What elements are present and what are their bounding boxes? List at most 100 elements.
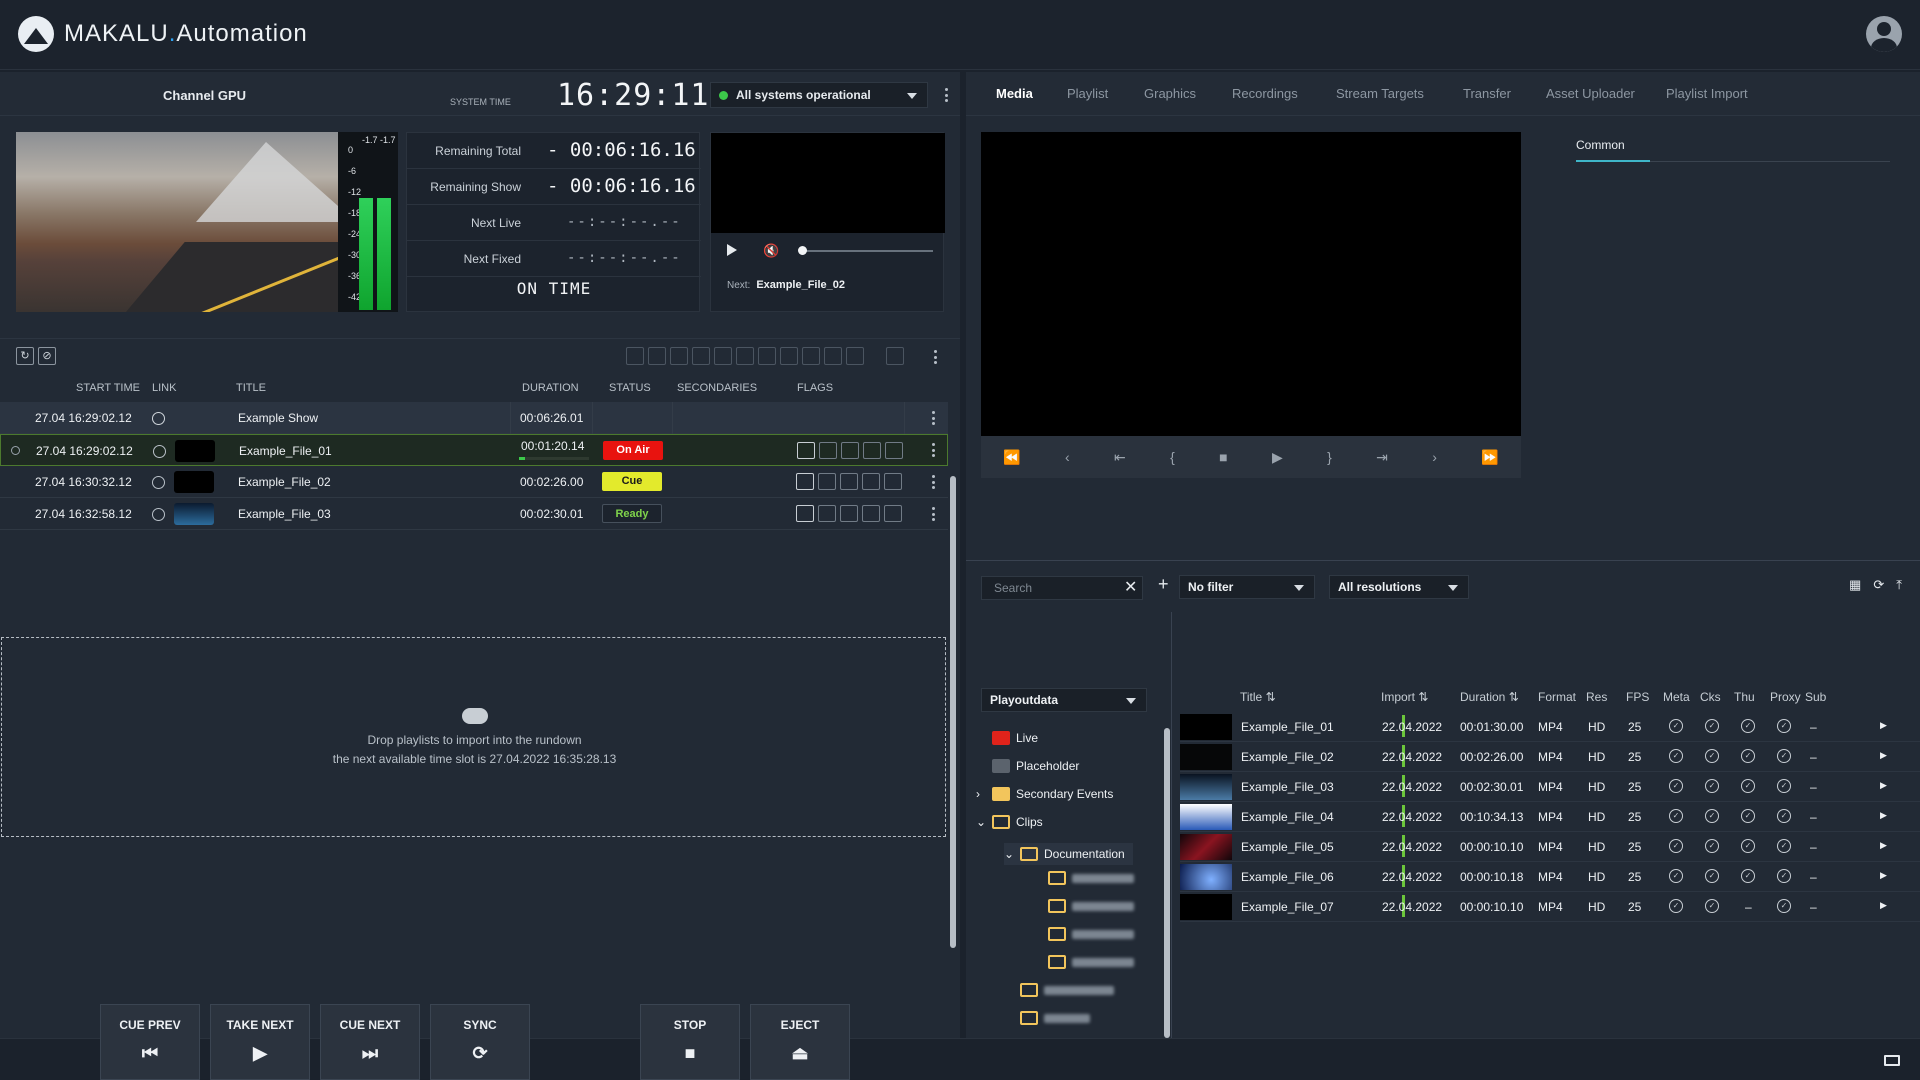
tree-item-subfolder[interactable] xyxy=(1048,899,1134,913)
col-thu[interactable]: Thu xyxy=(1734,690,1755,704)
source-select[interactable]: Playoutdata xyxy=(981,688,1147,712)
clock-off-icon[interactable]: ⊘ xyxy=(38,347,56,365)
user-avatar-icon[interactable] xyxy=(1866,16,1902,52)
tree-item-placeholder[interactable]: Placeholder xyxy=(992,759,1079,773)
row-menu-icon[interactable] xyxy=(926,441,940,459)
screen-icon[interactable] xyxy=(1884,1055,1900,1066)
flag-icon[interactable] xyxy=(884,505,902,522)
tree-item-live[interactable]: Live xyxy=(992,731,1038,745)
add-icon[interactable]: + xyxy=(1158,574,1169,595)
toolbar-tool-1-icon[interactable] xyxy=(626,347,644,365)
preview-seek-bar[interactable] xyxy=(799,250,933,252)
sync-button[interactable]: SYNC ⟳ xyxy=(430,1004,530,1080)
play-icon[interactable]: ▶ xyxy=(1880,900,1887,911)
cue-next-button[interactable]: CUE NEXT ⏭ xyxy=(320,1004,420,1080)
tree-item-subfolder[interactable] xyxy=(1048,927,1134,941)
tree-item-documentation[interactable]: ⌄ Documentation xyxy=(1004,843,1133,865)
system-status-dropdown[interactable]: All systems operational xyxy=(710,82,928,108)
table-row[interactable]: 27.04 16:29:02.12 Example Show 00:06:26.… xyxy=(0,402,948,434)
flag-icon[interactable] xyxy=(841,442,859,459)
step-back-icon[interactable]: ‹ xyxy=(1065,449,1070,465)
toolbar-tool-5-icon[interactable] xyxy=(824,347,842,365)
eject-button[interactable]: EJECT ⏏ xyxy=(750,1004,850,1080)
mark-in-icon[interactable]: { xyxy=(1170,449,1175,465)
col-proxy[interactable]: Proxy xyxy=(1770,690,1801,704)
move-down-icon[interactable] xyxy=(714,347,732,365)
stop-button[interactable]: STOP ■ xyxy=(640,1004,740,1080)
play-icon[interactable]: ▶ xyxy=(1880,840,1887,851)
mark-out-icon[interactable]: } xyxy=(1327,449,1332,465)
refresh-icon[interactable]: ⟳ xyxy=(1873,577,1884,593)
flag-icon[interactable] xyxy=(884,473,902,490)
col-fps[interactable]: FPS xyxy=(1626,690,1649,704)
col-title[interactable]: TITLE xyxy=(236,382,266,394)
table-row[interactable]: 27.04 16:32:58.12 Example_File_03 00:02:… xyxy=(0,498,948,530)
play-icon[interactable]: ▶ xyxy=(1880,870,1887,881)
go-to-out-icon[interactable]: ⇥ xyxy=(1376,449,1388,466)
row-menu-icon[interactable] xyxy=(926,409,940,427)
row-menu-icon[interactable] xyxy=(926,505,940,523)
tab-asset-uploader[interactable]: Asset Uploader xyxy=(1546,86,1635,101)
col-start-time[interactable]: START TIME xyxy=(76,382,140,394)
play-icon[interactable] xyxy=(727,244,737,256)
flag-icon[interactable] xyxy=(840,505,858,522)
table-row[interactable]: Example_File_06 22.04.2022 00:00:10.18 MP4 H… xyxy=(1180,862,1920,892)
cue-prev-button[interactable]: CUE PREV ⏮ xyxy=(100,1004,200,1080)
flag-icon[interactable] xyxy=(840,473,858,490)
tree-item-secondary-events[interactable]: › Secondary Events xyxy=(976,787,1113,801)
rundown-scrollbar[interactable] xyxy=(950,476,956,948)
flag-icon[interactable] xyxy=(796,505,814,522)
refresh-icon[interactable]: ↻ xyxy=(16,347,34,365)
tree-scrollbar[interactable] xyxy=(1164,728,1170,1038)
tree-item-clips[interactable]: ⌄ Clips xyxy=(976,815,1043,829)
row-menu-icon[interactable] xyxy=(926,473,940,491)
tab-stream-targets[interactable]: Stream Targets xyxy=(1336,86,1424,101)
stop-icon[interactable]: ■ xyxy=(1219,449,1227,465)
filter-select[interactable]: No filter xyxy=(1179,575,1315,599)
col-duration[interactable]: DURATION xyxy=(522,382,579,394)
take-next-button[interactable]: TAKE NEXT ▶ xyxy=(210,1004,310,1080)
table-row[interactable]: Example_File_01 22.04.2022 00:01:30.00 MP4 H… xyxy=(1180,712,1920,742)
flag-icon[interactable] xyxy=(819,442,837,459)
tree-item-subfolder[interactable] xyxy=(1048,871,1134,885)
fast-forward-icon[interactable]: ⏩ xyxy=(1481,449,1498,466)
flag-icon[interactable] xyxy=(862,473,880,490)
fast-rewind-icon[interactable]: ⏪ xyxy=(1003,449,1020,466)
table-row[interactable]: Example_File_02 22.04.2022 00:02:26.00 MP4 H… xyxy=(1180,742,1920,772)
table-row[interactable]: Example_File_05 22.04.2022 00:00:10.10 MP4 H… xyxy=(1180,832,1920,862)
col-flags[interactable]: FLAGS xyxy=(797,382,833,394)
col-import[interactable]: Import ⇅ xyxy=(1381,690,1428,704)
rundown-menu-icon[interactable] xyxy=(928,348,942,366)
channel-menu-icon[interactable] xyxy=(939,86,953,104)
col-res[interactable]: Res xyxy=(1586,690,1607,704)
table-row[interactable]: Example_File_04 22.04.2022 00:10:34.13 MP4 H… xyxy=(1180,802,1920,832)
table-row[interactable]: Example_File_07 22.04.2022 00:00:10.10 MP4 H… xyxy=(1180,892,1920,922)
move-bottom-icon[interactable] xyxy=(736,347,754,365)
play-icon[interactable]: ▶ xyxy=(1880,750,1887,761)
media-search-input[interactable] xyxy=(981,576,1143,600)
grid-view-icon[interactable]: ▦ xyxy=(1849,577,1861,593)
col-cks[interactable]: Cks xyxy=(1700,690,1721,704)
toolbar-tool-3-icon[interactable] xyxy=(780,347,798,365)
upload-icon[interactable]: ⤒ xyxy=(1896,577,1902,593)
playlist-drop-zone[interactable]: Drop playlists to import into the rundow… xyxy=(1,637,946,837)
lock-icon[interactable] xyxy=(758,347,776,365)
col-duration[interactable]: Duration ⇅ xyxy=(1460,690,1519,704)
play-icon[interactable]: ▶ xyxy=(1880,810,1887,821)
tree-item-subfolder[interactable] xyxy=(1048,955,1134,969)
col-secondaries[interactable]: SECONDARIES xyxy=(677,382,757,394)
toolbar-tool-2-icon[interactable] xyxy=(648,347,666,365)
col-title[interactable]: Title ⇅ xyxy=(1240,690,1276,704)
delete-icon[interactable] xyxy=(886,347,904,365)
play-icon[interactable]: ▶ xyxy=(1880,720,1887,731)
toolbar-tool-6-icon[interactable] xyxy=(846,347,864,365)
toolbar-tool-4-icon[interactable] xyxy=(802,347,820,365)
flag-icon[interactable] xyxy=(796,473,814,490)
tab-playlist[interactable]: Playlist xyxy=(1067,86,1108,101)
col-sub[interactable]: Sub xyxy=(1805,690,1826,704)
flag-icon[interactable] xyxy=(818,505,836,522)
move-top-icon[interactable] xyxy=(670,347,688,365)
flag-icon[interactable] xyxy=(885,442,903,459)
go-to-in-icon[interactable]: ⇤ xyxy=(1114,449,1126,466)
tree-item-folder[interactable] xyxy=(1020,983,1114,997)
